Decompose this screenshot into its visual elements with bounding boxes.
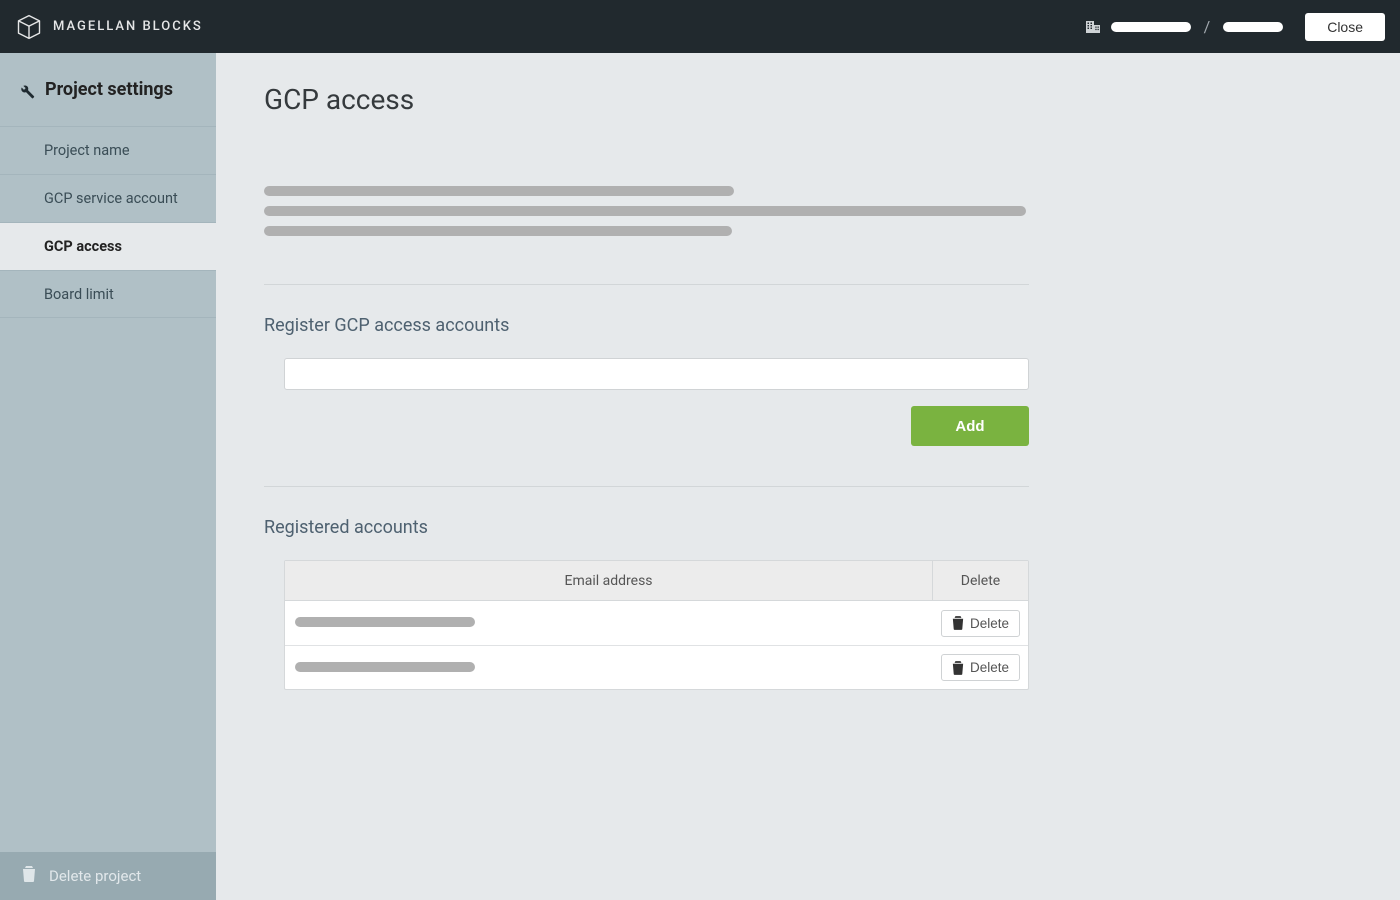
sidebar-item-label: Project name: [44, 142, 130, 159]
sidebar-item-project-name[interactable]: Project name: [0, 126, 216, 174]
column-header-delete: Delete: [933, 561, 1028, 601]
registered-heading: Registered accounts: [264, 517, 1352, 538]
wrench-icon: [15, 80, 35, 100]
project-name-placeholder: [1223, 22, 1283, 32]
header-breadcrumb: / Close: [1085, 13, 1385, 41]
trash-icon: [952, 616, 964, 630]
brand-name: MAGELLAN BLOCKS: [53, 19, 203, 34]
page-title: GCP access: [264, 83, 1352, 116]
brand-logo: MAGELLAN BLOCKS: [15, 13, 203, 41]
cube-logo-icon: [15, 13, 43, 41]
delete-row-label: Delete: [970, 616, 1009, 631]
sidebar-item-board-limit[interactable]: Board limit: [0, 270, 216, 318]
text-placeholder-line: [264, 186, 734, 196]
email-placeholder: [295, 617, 475, 627]
table-row: Delete: [285, 601, 1028, 645]
delete-project-label: Delete project: [49, 867, 141, 885]
section-divider: [264, 284, 1029, 285]
trash-icon: [22, 866, 36, 886]
email-placeholder: [295, 662, 475, 672]
sidebar-item-gcp-service-account[interactable]: GCP service account: [0, 174, 216, 222]
register-heading: Register GCP access accounts: [264, 315, 1352, 336]
sidebar-title: Project settings: [45, 79, 173, 100]
add-button[interactable]: Add: [911, 406, 1029, 446]
main-content: GCP access Register GCP access accounts …: [216, 53, 1400, 900]
text-placeholder-line: [264, 226, 732, 236]
trash-icon: [952, 661, 964, 675]
app-header: MAGELLAN BLOCKS / Close: [0, 0, 1400, 53]
sidebar: Project settings Project name GCP servic…: [0, 53, 216, 900]
description-placeholder: [264, 186, 1352, 236]
delete-row-button[interactable]: Delete: [941, 610, 1020, 637]
text-placeholder-line: [264, 206, 1026, 216]
delete-project-button[interactable]: Delete project: [0, 852, 216, 900]
section-divider: [264, 486, 1029, 487]
close-button[interactable]: Close: [1305, 13, 1385, 41]
column-header-email: Email address: [285, 561, 933, 601]
sidebar-item-label: GCP service account: [44, 190, 178, 207]
sidebar-header: Project settings: [0, 53, 216, 126]
sidebar-item-label: Board limit: [44, 286, 114, 303]
breadcrumb-separator: /: [1204, 17, 1211, 36]
delete-row-button[interactable]: Delete: [941, 654, 1020, 681]
delete-row-label: Delete: [970, 660, 1009, 675]
sidebar-item-gcp-access[interactable]: GCP access: [0, 222, 216, 270]
org-name-placeholder: [1111, 22, 1191, 32]
gcp-account-input[interactable]: [284, 358, 1029, 390]
sidebar-item-label: GCP access: [44, 238, 122, 255]
sidebar-nav: Project name GCP service account GCP acc…: [0, 126, 216, 318]
registered-accounts-table: Email address Delete Delet: [284, 560, 1029, 690]
organization-icon: [1085, 19, 1101, 35]
table-row: Delete: [285, 645, 1028, 689]
